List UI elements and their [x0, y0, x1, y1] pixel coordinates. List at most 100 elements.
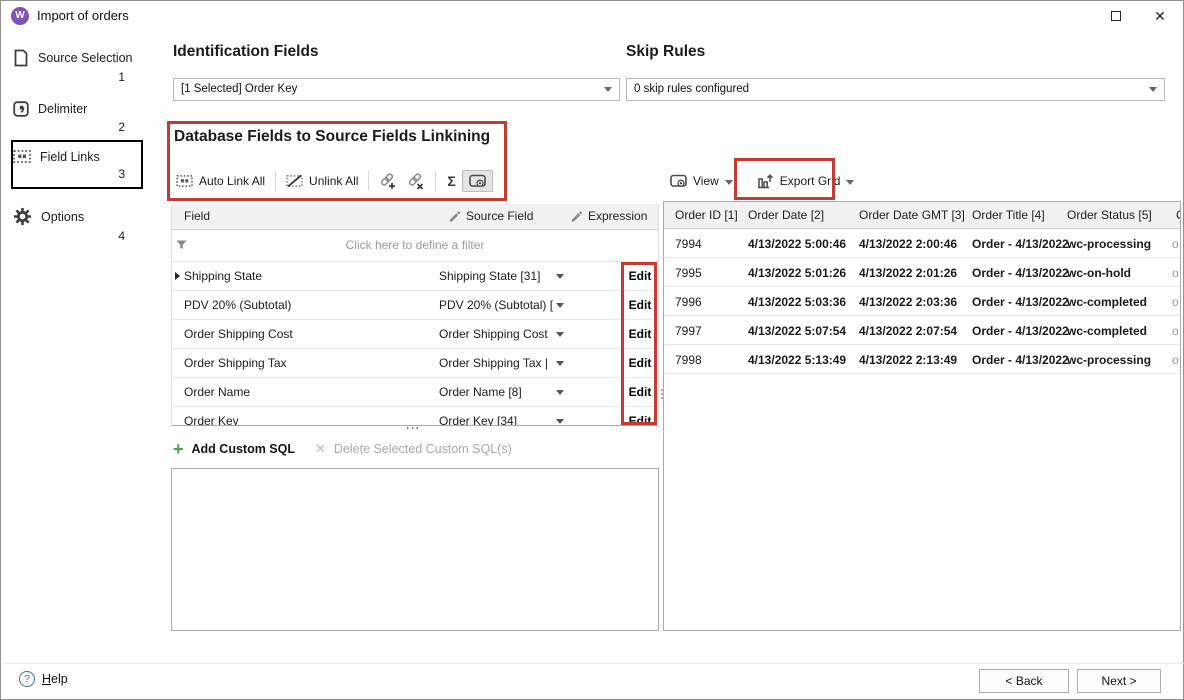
- column-header[interactable]: Order ID [1]: [675, 208, 738, 222]
- sidebar-item-options[interactable]: Options 4: [13, 207, 141, 243]
- edit-button[interactable]: Edit: [622, 414, 658, 426]
- column-header[interactable]: Order Date GMT [3]: [859, 208, 965, 222]
- auto-link-all-button[interactable]: Auto Link All: [171, 171, 270, 191]
- maximize-button[interactable]: [1099, 1, 1133, 31]
- auto-link-icon: [176, 174, 193, 188]
- row-expander-icon[interactable]: [175, 272, 180, 280]
- back-button[interactable]: < Back: [979, 669, 1069, 693]
- unlink-all-button[interactable]: Unlink All: [281, 171, 363, 191]
- add-custom-sql-button[interactable]: Add Custom SQL: [192, 442, 295, 456]
- partial-cell: o: [1172, 324, 1179, 338]
- remove-link-button[interactable]: [402, 170, 430, 193]
- field-link-row[interactable]: Order Shipping Tax Order Shipping Tax | …: [172, 349, 658, 378]
- close-button[interactable]: ✕: [1143, 1, 1177, 31]
- source-field-cell[interactable]: Order Shipping Tax |: [439, 356, 548, 370]
- chevron-down-icon[interactable]: [556, 361, 564, 366]
- order-row[interactable]: 7996 4/13/2022 5:03:36 4/13/2022 2:03:36…: [664, 287, 1180, 316]
- order-title-cell: Order - 4/13/2022: [972, 353, 1069, 367]
- field-links-icon: [13, 149, 31, 164]
- field-link-row[interactable]: PDV 20% (Subtotal) PDV 20% (Subtotal) [ …: [172, 291, 658, 320]
- source-field-cell[interactable]: Order Key [34]: [439, 414, 517, 426]
- partial-cell: o: [1172, 353, 1179, 367]
- source-field-cell[interactable]: Shipping State [31]: [439, 269, 540, 283]
- column-header[interactable]: Order Date [2]: [748, 208, 824, 222]
- order-row[interactable]: 7998 4/13/2022 5:13:49 4/13/2022 2:13:49…: [664, 345, 1180, 374]
- identification-fields-dropdown[interactable]: [1 Selected] Order Key: [173, 78, 620, 101]
- partial-cell: o: [1172, 266, 1179, 280]
- sidebar-item-label: Field Links: [40, 150, 100, 164]
- card-eye-icon: [670, 174, 687, 188]
- order-row[interactable]: 7997 4/13/2022 5:07:54 4/13/2022 2:07:54…: [664, 316, 1180, 345]
- column-header[interactable]: O: [1176, 208, 1181, 222]
- add-link-button[interactable]: [374, 170, 402, 193]
- delete-custom-sql-button[interactable]: Delete Selected Custom SQL(s): [334, 442, 512, 456]
- preview-grid-header: Order ID [1] Order Date [2] Order Date G…: [664, 202, 1180, 229]
- filter-row[interactable]: Click here to define a filter: [172, 230, 658, 262]
- field-link-row[interactable]: Order Name Order Name [8] Edit: [172, 378, 658, 407]
- column-header-source-label: Source Field: [466, 209, 533, 223]
- horizontal-splitter-handle[interactable]: …: [405, 416, 421, 433]
- order-id-cell: 7996: [675, 295, 702, 309]
- identification-fields-heading: Identification Fields: [173, 43, 319, 61]
- view-button[interactable]: View: [665, 171, 738, 191]
- order-row[interactable]: 7994 4/13/2022 5:00:46 4/13/2022 2:00:46…: [664, 229, 1180, 258]
- sidebar-item-delimiter[interactable]: Delimiter 2: [13, 101, 141, 134]
- column-header[interactable]: Order Status [5]: [1067, 208, 1152, 222]
- identification-fields-value: [1 Selected] Order Key: [181, 83, 297, 95]
- column-header-source-field[interactable]: Source Field: [448, 209, 533, 223]
- view-label: View: [693, 174, 719, 188]
- edit-button[interactable]: Edit: [622, 269, 658, 283]
- source-field-cell[interactable]: Order Shipping Cost: [439, 327, 548, 341]
- export-grid-button[interactable]: Export Grid: [752, 170, 860, 192]
- order-id-cell: 7998: [675, 353, 702, 367]
- order-date-cell: 4/13/2022 5:13:49: [748, 353, 846, 367]
- chevron-down-icon: [1149, 87, 1157, 92]
- next-button[interactable]: Next >: [1077, 669, 1161, 693]
- edit-button[interactable]: Edit: [622, 356, 658, 370]
- chevron-down-icon[interactable]: [556, 303, 564, 308]
- field-cell: Order Shipping Tax: [184, 356, 287, 370]
- source-field-cell[interactable]: PDV 20% (Subtotal) [: [439, 298, 553, 312]
- sidebar-item-field-links[interactable]: Field Links 3: [13, 149, 141, 181]
- document-icon: [13, 49, 29, 67]
- order-row[interactable]: 7995 4/13/2022 5:01:26 4/13/2022 2:01:26…: [664, 258, 1180, 287]
- export-grid-label: Export Grid: [780, 174, 841, 188]
- order-date-cell: 4/13/2022 5:03:36: [748, 295, 846, 309]
- toolbar-separator: [275, 171, 276, 191]
- order-status-cell: wc-processing: [1067, 353, 1151, 367]
- custom-sql-bar: + Add Custom SQL ✕ Delete Selected Custo…: [173, 441, 512, 457]
- field-link-row[interactable]: Shipping State Shipping State [31] Edit: [172, 262, 658, 291]
- skip-rules-dropdown[interactable]: 0 skip rules configured: [626, 78, 1165, 101]
- column-header-expression[interactable]: Expression: [570, 209, 647, 223]
- order-status-cell: wc-on-hold: [1067, 266, 1131, 280]
- order-title-cell: Order - 4/13/2022: [972, 266, 1069, 280]
- order-title-cell: Order - 4/13/2022: [972, 295, 1069, 309]
- column-header[interactable]: Order Title [4]: [972, 208, 1045, 222]
- chevron-down-icon[interactable]: [556, 419, 564, 424]
- preview-toggle-button[interactable]: [462, 170, 493, 192]
- order-id-cell: 7997: [675, 324, 702, 338]
- expression-sigma-button[interactable]: Σ: [441, 173, 461, 189]
- chevron-down-icon[interactable]: [556, 274, 564, 279]
- field-link-row[interactable]: Order Shipping Cost Order Shipping Cost …: [172, 320, 658, 349]
- maximize-icon: [1111, 11, 1121, 21]
- sidebar-item-source-selection[interactable]: Source Selection 1: [13, 49, 141, 84]
- order-title-cell: Order - 4/13/2022: [972, 237, 1069, 251]
- custom-sql-editor[interactable]: [171, 468, 659, 631]
- titlebar: W Import of orders ✕: [1, 1, 1183, 31]
- help-label: Help: [42, 672, 68, 686]
- skip-rules-heading: Skip Rules: [626, 43, 705, 61]
- unlink-icon: [286, 174, 303, 188]
- step-number: 4: [13, 229, 141, 243]
- column-header-field[interactable]: Field: [184, 209, 210, 223]
- source-field-cell[interactable]: Order Name [8]: [439, 385, 522, 399]
- toolbar-separator: [435, 171, 436, 191]
- help-button[interactable]: ? Help: [19, 671, 68, 687]
- field-cell: Order Key: [184, 414, 239, 426]
- order-id-cell: 7994: [675, 237, 702, 251]
- edit-button[interactable]: Edit: [622, 298, 658, 312]
- chevron-down-icon[interactable]: [556, 332, 564, 337]
- edit-button[interactable]: Edit: [622, 385, 658, 399]
- edit-button[interactable]: Edit: [622, 327, 658, 341]
- chevron-down-icon[interactable]: [556, 390, 564, 395]
